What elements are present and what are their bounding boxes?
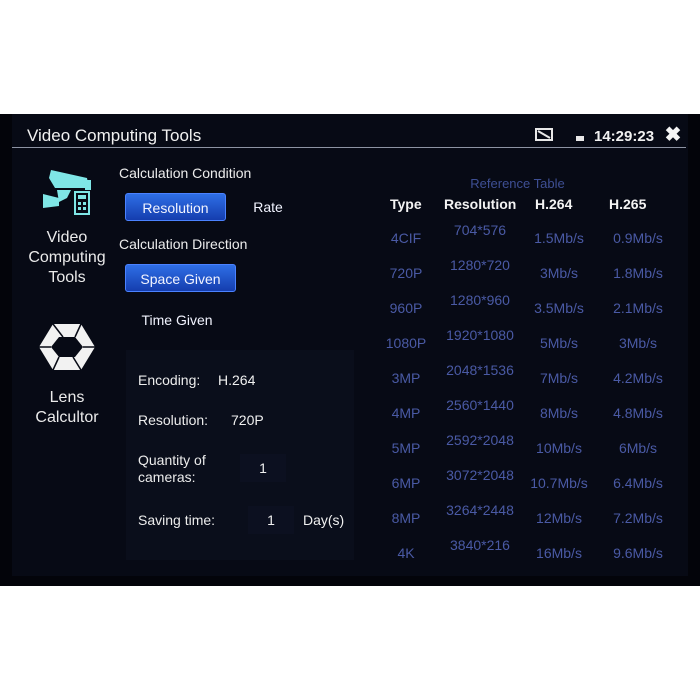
title-bar: Video Computing Tools 14:29:23 ✖ <box>0 114 700 148</box>
type-cell: 6MP <box>391 475 421 491</box>
type-cell: 4K <box>397 545 415 561</box>
resolution-cell: 2560*1440 <box>446 397 514 413</box>
h265-cell: 1.8Mb/s <box>613 265 663 281</box>
saving-time-label: Saving time: <box>138 512 216 528</box>
h265-cell: 3Mb/s <box>618 335 658 351</box>
screen-cast-icon[interactable] <box>535 128 553 142</box>
h264-cell: 10Mb/s <box>536 440 582 456</box>
h264-cell: 3Mb/s <box>539 265 579 281</box>
camera-calculator-icon <box>43 170 91 215</box>
resolution-button[interactable]: Resolution <box>125 193 226 221</box>
type-cell: 960P <box>389 300 423 316</box>
camera-quantity-input[interactable]: 1 <box>240 454 286 482</box>
resolution-cell: 1280*960 <box>450 292 510 308</box>
h264-cell: 1.5Mb/s <box>534 230 584 246</box>
sidebar-item-label: Tools <box>48 269 86 286</box>
close-icon[interactable]: ✖ <box>664 125 682 145</box>
resolution-cell: 3840*216 <box>450 537 510 553</box>
sidebar-item-lens-calculator[interactable]: Lens Calcultor <box>14 322 120 428</box>
column-header-type: Type <box>390 196 422 212</box>
calculation-direction-label: Calculation Direction <box>119 236 248 252</box>
type-cell: 720P <box>389 265 423 281</box>
h265-cell: 4.8Mb/s <box>613 405 663 421</box>
type-cell: 4MP <box>391 405 421 421</box>
quantity-label-line: cameras: <box>138 469 196 485</box>
sidebar-item-label: Lens <box>49 389 85 406</box>
sidebar-item-video-computing-tools[interactable]: Video Computing Tools <box>14 166 120 288</box>
type-cell: 8MP <box>391 510 421 526</box>
resolution-cell: 3264*2448 <box>446 502 514 518</box>
h264-cell: 7Mb/s <box>539 370 579 386</box>
table-row: 3MP 2048*1536 7Mb/s 4.2Mb/s <box>378 362 678 397</box>
h265-cell: 6Mb/s <box>618 440 658 456</box>
sidebar-item-label: Computing <box>28 249 106 266</box>
resolution-cell: 704*576 <box>453 222 507 238</box>
reference-table-title: Reference Table <box>470 176 565 191</box>
h265-cell: 6.4Mb/s <box>613 475 663 491</box>
battery-icon <box>576 136 584 141</box>
aperture-icon <box>39 323 95 371</box>
sidebar-item-label: Video <box>46 229 88 246</box>
resolution-cell: 1280*720 <box>450 257 510 273</box>
calculation-condition-label: Calculation Condition <box>119 165 252 181</box>
space-given-button[interactable]: Space Given <box>125 264 236 292</box>
app-title: Video Computing Tools <box>27 126 202 145</box>
table-row: 5MP 2592*2048 10Mb/s 6Mb/s <box>378 432 678 467</box>
column-header-resolution: Resolution <box>444 196 517 212</box>
resolution-cell: 3072*2048 <box>446 467 514 483</box>
type-cell: 1080P <box>385 335 427 351</box>
quantity-label: Quantity of cameras: <box>138 452 206 486</box>
device-screen: Video Computing Tools 14:29:23 ✖ Video C… <box>0 114 700 586</box>
quantity-label-line: Quantity of <box>138 452 206 468</box>
encoding-select[interactable]: H.264 <box>218 372 255 388</box>
table-row: 4CIF 704*576 1.5Mb/s 0.9Mb/s <box>378 222 678 257</box>
table-row: 6MP 3072*2048 10.7Mb/s 6.4Mb/s <box>378 467 678 502</box>
h264-cell: 3.5Mb/s <box>534 300 584 316</box>
resolution-cell: 1920*1080 <box>446 327 514 343</box>
clock: 14:29:23 <box>594 128 655 145</box>
table-row: 720P 1280*720 3Mb/s 1.8Mb/s <box>378 257 678 292</box>
saving-time-unit: Day(s) <box>303 512 345 528</box>
resolution-cell: 2592*2048 <box>446 432 514 448</box>
table-row: 1080P 1920*1080 5Mb/s 3Mb/s <box>378 327 678 362</box>
rate-button[interactable]: Rate <box>240 193 296 221</box>
h264-cell: 16Mb/s <box>536 545 582 561</box>
table-row: 4MP 2560*1440 8Mb/s 4.8Mb/s <box>378 397 678 432</box>
h265-cell: 4.2Mb/s <box>613 370 663 386</box>
type-cell: 4CIF <box>390 230 422 246</box>
resolution-label: Resolution: <box>138 412 209 428</box>
h265-cell: 7.2Mb/s <box>613 510 663 526</box>
h264-cell: 5Mb/s <box>539 335 579 351</box>
type-cell: 5MP <box>391 440 421 456</box>
type-cell: 3MP <box>391 370 421 386</box>
title-divider <box>12 147 686 148</box>
resolution-select[interactable]: 720P <box>231 412 264 428</box>
table-row: 4K 3840*216 16Mb/s 9.6Mb/s <box>378 537 678 572</box>
resolution-cell: 2048*1536 <box>446 362 514 378</box>
column-header-h264: H.264 <box>535 196 573 212</box>
table-row: 8MP 3264*2448 12Mb/s 7.2Mb/s <box>378 502 678 537</box>
table-row: 960P 1280*960 3.5Mb/s 2.1Mb/s <box>378 292 678 327</box>
encoding-label: Encoding: <box>138 372 201 388</box>
time-given-button[interactable]: Time Given <box>128 306 226 334</box>
saving-time-input[interactable]: 1 <box>248 506 294 534</box>
h265-cell: 2.1Mb/s <box>613 300 663 316</box>
h265-cell: 0.9Mb/s <box>613 230 663 246</box>
h264-cell: 10.7Mb/s <box>530 475 588 491</box>
column-header-h265: H.265 <box>609 196 647 212</box>
h265-cell: 9.6Mb/s <box>613 545 663 561</box>
h264-cell: 8Mb/s <box>539 405 579 421</box>
sidebar-item-label: Calcultor <box>35 409 99 426</box>
h264-cell: 12Mb/s <box>536 510 582 526</box>
